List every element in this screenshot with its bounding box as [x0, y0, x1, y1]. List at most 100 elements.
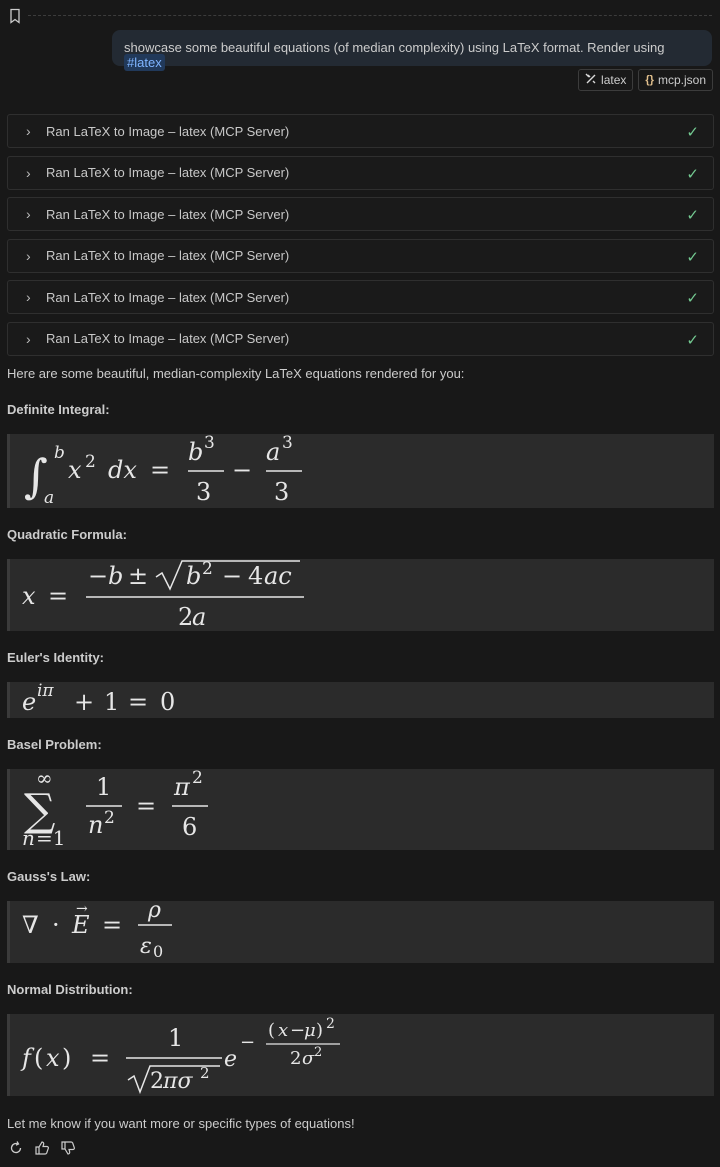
svg-text:b: b: [188, 438, 203, 466]
svg-text:2: 2: [104, 808, 115, 828]
section-heading-euler: Euler's Identity:: [7, 650, 104, 665]
svg-text:=: =: [150, 456, 170, 484]
thumbs-up-icon[interactable]: [34, 1140, 50, 1156]
svg-text:−: −: [88, 562, 108, 590]
equation-image-basel: ∞ ∑ n =1 1 n 2 = π 2 6: [7, 766, 714, 850]
tool-call-row[interactable]: › Ran LaTeX to Image – latex (MCP Server…: [7, 197, 714, 232]
attachment-mcp-json[interactable]: {} mcp.json: [638, 69, 713, 91]
equation-image-normal: f ( x ) = 1 2 πσ 2 e − ( x − μ ) 2 2 σ 2: [7, 1014, 714, 1096]
attachment-label: latex: [601, 73, 627, 87]
section-heading-normal: Normal Distribution:: [7, 982, 133, 997]
svg-text:x: x: [278, 1020, 288, 1041]
svg-text:−: −: [222, 562, 242, 590]
svg-text:2: 2: [290, 1048, 301, 1069]
svg-text:=: =: [136, 792, 156, 820]
svg-text:0: 0: [160, 688, 175, 716]
chevron-right-icon: ›: [26, 206, 31, 223]
chevron-right-icon: ›: [26, 164, 31, 181]
svg-text:iπ: iπ: [37, 682, 54, 701]
svg-text:4: 4: [248, 562, 263, 590]
equation-image-quadratic: x = − b ± b 2 − 4 ac 2 a: [7, 559, 714, 631]
check-icon: ✓: [686, 165, 699, 183]
svg-text:→: →: [76, 901, 88, 917]
svg-text:ρ: ρ: [147, 901, 161, 923]
svg-text:2: 2: [202, 559, 213, 579]
tool-call-row[interactable]: › Ran LaTeX to Image – latex (MCP Server…: [7, 321, 714, 356]
section-heading-integral: Definite Integral:: [7, 402, 110, 417]
bookmark-icon[interactable]: [8, 8, 22, 24]
check-icon: ✓: [686, 124, 699, 141]
svg-text:·: ·: [52, 911, 60, 939]
svg-text:): ): [316, 1020, 323, 1041]
svg-text:πσ: πσ: [162, 1069, 193, 1094]
divider: [28, 15, 712, 16]
svg-text:6: 6: [182, 813, 197, 841]
check-icon: ✓: [686, 331, 699, 349]
equation-normal: f ( x ) = 1 2 πσ 2 e − ( x − μ ) 2 2 σ 2: [20, 1016, 340, 1095]
check-icon: ✓: [686, 207, 699, 225]
tool-call-label: Ran LaTeX to Image – latex (MCP Server): [46, 165, 290, 181]
svg-text:−: −: [290, 1020, 305, 1041]
tool-call-row[interactable]: › Ran LaTeX to Image – latex (MCP Server…: [7, 155, 714, 190]
tool-call-label: Ran LaTeX to Image – latex (MCP Server): [46, 206, 290, 222]
svg-text:=: =: [48, 582, 68, 610]
svg-text:3: 3: [274, 478, 289, 506]
equation-basel: ∞ ∑ n =1 1 n 2 = π 2 6: [22, 766, 208, 850]
svg-text:): ): [62, 1044, 71, 1072]
attachments: latex {} mcp.json: [578, 69, 713, 91]
svg-text:3: 3: [196, 478, 211, 506]
check-icon: ✓: [686, 290, 699, 308]
svg-text:1: 1: [168, 1024, 183, 1052]
tool-call-label: Ran LaTeX to Image – latex (MCP Server): [46, 289, 290, 305]
svg-text:π: π: [173, 773, 191, 801]
chat-top-bar: [0, 0, 720, 30]
svg-text:2: 2: [192, 769, 203, 788]
tool-call-label: Ran LaTeX to Image – latex (MCP Server): [46, 331, 290, 347]
svg-text:2: 2: [314, 1045, 322, 1060]
user-message-text: showcase some beautiful equations (of me…: [124, 40, 665, 55]
equation-image-gauss: ∇ · E → = ρ ε 0: [7, 898, 714, 963]
svg-text:b: b: [186, 562, 201, 590]
section-heading-basel: Basel Problem:: [7, 737, 102, 752]
tool-call-row[interactable]: › Ran LaTeX to Image – latex (MCP Server…: [7, 280, 714, 315]
tool-call-row[interactable]: › Ran LaTeX to Image – latex (MCP Server…: [7, 114, 714, 148]
svg-text:x: x: [46, 1044, 60, 1072]
svg-text:2: 2: [326, 1016, 335, 1032]
svg-text:f: f: [20, 1044, 35, 1072]
chevron-right-icon: ›: [26, 330, 31, 347]
svg-text:(: (: [34, 1044, 43, 1072]
response-outro: Let me know if you want more or specific…: [7, 1116, 355, 1131]
tool-call-label: Ran LaTeX to Image – latex (MCP Server): [46, 123, 290, 139]
equation-euler: e iπ + 1 = 0: [22, 681, 175, 716]
svg-text:a: a: [192, 603, 206, 631]
svg-text:1: 1: [96, 773, 111, 801]
svg-text:b: b: [108, 562, 123, 590]
equation-image-euler: e iπ + 1 = 0: [7, 681, 714, 718]
svg-text:ac: ac: [264, 562, 292, 590]
section-heading-gauss: Gauss's Law:: [7, 869, 91, 884]
retry-icon[interactable]: [8, 1140, 24, 1156]
attachment-latex[interactable]: latex: [578, 69, 634, 91]
svg-text:x: x: [22, 582, 36, 610]
svg-text:=: =: [128, 688, 148, 716]
tool-call-row[interactable]: › Ran LaTeX to Image – latex (MCP Server…: [7, 238, 714, 273]
svg-text:=: =: [102, 911, 122, 939]
svg-text:dx: dx: [108, 456, 137, 484]
equation-image-integral: ∫ b a x 2 dx = b 3 3 − a 3 3: [7, 433, 714, 508]
svg-text:ε: ε: [140, 934, 152, 959]
chevron-right-icon: ›: [26, 247, 31, 264]
response-actions: [8, 1140, 76, 1156]
user-message: showcase some beautiful equations (of me…: [112, 30, 712, 71]
equation-gauss: ∇ · E → = ρ ε 0: [22, 898, 172, 961]
svg-text:n: n: [22, 826, 35, 850]
latex-tag[interactable]: #latex: [124, 54, 165, 71]
attachment-label: mcp.json: [657, 73, 706, 87]
equation-quadratic: x = − b ± b 2 − 4 ac 2 a: [22, 559, 304, 631]
svg-text:μ: μ: [304, 1020, 316, 1041]
svg-text:a: a: [266, 438, 280, 466]
svg-text:−: −: [232, 456, 252, 484]
response-intro: Here are some beautiful, median-complexi…: [7, 366, 465, 381]
svg-text:−: −: [240, 1032, 255, 1053]
svg-text:±: ±: [128, 562, 148, 590]
thumbs-down-icon[interactable]: [60, 1140, 76, 1156]
